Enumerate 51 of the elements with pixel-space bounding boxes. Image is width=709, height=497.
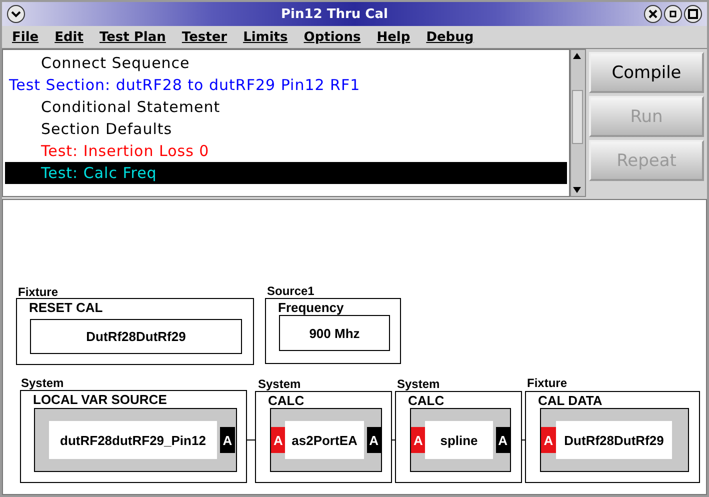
menu-item[interactable]: File [6, 30, 49, 44]
node-category: System [397, 378, 440, 391]
scrollbar[interactable] [570, 49, 586, 197]
node-title: CALC [268, 393, 304, 408]
node-title: RESET CAL [29, 300, 103, 315]
window-title: Pin12 Thru Cal [280, 6, 389, 22]
plan-item[interactable]: Test: Insertion Loss 0 [5, 140, 567, 162]
plan-item-label: Section Defaults [41, 120, 172, 138]
output-port[interactable]: A [366, 427, 381, 453]
node-category: System [258, 378, 301, 391]
menu-item[interactable]: Limits [237, 30, 298, 44]
node-title: CAL DATA [538, 393, 602, 408]
plan-item-label: Test: Insertion Loss 0 [41, 142, 210, 160]
action-button[interactable]: Compile [589, 52, 704, 93]
node-value: spline [425, 421, 493, 459]
node-value: as2PortEA [285, 421, 364, 459]
node-title: LOCAL VAR SOURCE [33, 392, 167, 407]
plan-item-label: Test: Calc Freq [41, 164, 157, 182]
plan-item[interactable]: Test: Calc Freq [5, 162, 567, 184]
node-value: dutRF28dutRF29_Pin12 [49, 421, 217, 459]
maximize-icon[interactable] [683, 4, 703, 24]
menu-item[interactable]: Help [370, 30, 420, 44]
input-port[interactable]: A [271, 427, 286, 453]
plan-item-label: Test Section: dutRF28 to dutRF29 Pin12 RF1 [9, 76, 360, 94]
menu-item[interactable]: Debug [420, 30, 484, 44]
output-port[interactable]: A [220, 427, 235, 453]
plan-item[interactable]: Connect Sequence [5, 52, 567, 74]
close-icon[interactable] [643, 4, 663, 24]
node-value: DutRf28DutRf29 [556, 421, 672, 459]
node-value: 900 Mhz [279, 315, 390, 351]
node-category: Source1 [267, 285, 314, 298]
node-value: DutRf28DutRf29 [30, 319, 242, 354]
menu-item[interactable]: Test Plan [93, 30, 176, 44]
restore-icon[interactable] [663, 4, 683, 24]
input-port[interactable]: A [541, 427, 556, 453]
plan-item[interactable]: Section Defaults [5, 118, 567, 140]
plan-item[interactable]: Test Section: dutRF28 to dutRF29 Pin12 RF1 [5, 74, 567, 96]
plan-item-label: Connect Sequence [41, 54, 190, 72]
menu-item[interactable]: Tester [176, 30, 238, 44]
node-category: System [21, 377, 64, 390]
node-title: Frequency [278, 300, 344, 315]
plan-item-label: Conditional Statement [41, 98, 220, 116]
menu-item[interactable]: Options [298, 30, 371, 44]
output-port[interactable]: A [496, 427, 510, 453]
menu-icon[interactable] [6, 4, 26, 24]
input-port[interactable]: A [411, 427, 426, 453]
plan-item[interactable]: Conditional Statement [5, 96, 567, 118]
menu-item[interactable]: Edit [48, 30, 94, 44]
node-category: Fixture [18, 286, 58, 299]
node-title: CALC [408, 393, 444, 408]
node-category: Fixture [527, 377, 568, 390]
